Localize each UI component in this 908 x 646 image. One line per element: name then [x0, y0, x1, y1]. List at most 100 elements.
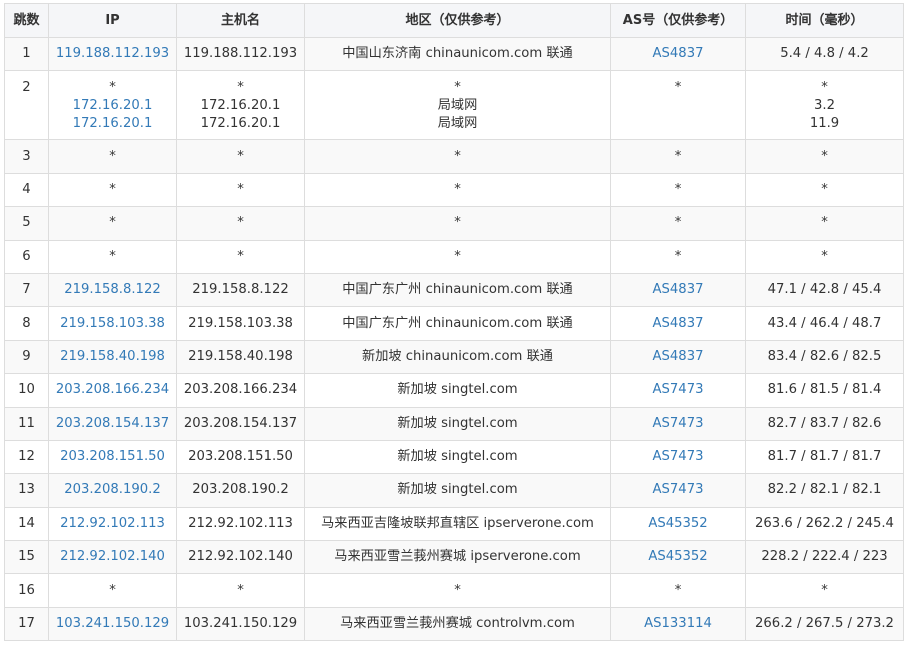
region-cell: 马来西亚雪兰莪州赛城 ipserverone.com [304, 540, 611, 575]
ip-link[interactable]: 203.208.151.50 [49, 448, 176, 466]
table-body: 1 119.188.112.193 119.188.112.193 中国山东济南 ch… [4, 36, 904, 642]
header-ip: IP [48, 3, 177, 38]
asn-cell: AS133114 [610, 606, 746, 642]
hostname-cell: * [176, 206, 305, 241]
asn-link[interactable]: AS133114 [611, 615, 745, 633]
region-cell: * [304, 573, 611, 608]
region-text: 新加坡 chinaunicom.com 联通 [362, 348, 553, 364]
ip-link: * [109, 215, 116, 231]
ip-link[interactable]: 212.92.102.140 [49, 548, 176, 566]
header-asn: AS号（仅供参考） [610, 3, 746, 38]
asn-link[interactable]: AS4837 [611, 315, 745, 333]
hop-cell: 1 [4, 36, 49, 72]
ip-link[interactable]: 172.16.20.1 [49, 97, 176, 115]
ip-cell: 219.158.40.198 [48, 339, 177, 375]
time-cell: 82.7 / 83.7 / 82.6 [745, 406, 904, 441]
ip-link[interactable]: 203.208.154.137 [49, 415, 176, 433]
ip-link[interactable]: 103.241.150.129 [49, 615, 176, 633]
time-text: 43.4 / 46.4 / 48.7 [767, 315, 882, 331]
hostname-cell: * [176, 172, 305, 208]
time-cell: * [745, 573, 904, 608]
asn-link[interactable]: AS4837 [611, 281, 745, 299]
ip-link[interactable]: 219.158.103.38 [49, 315, 176, 333]
table-row: 10 203.208.166.234 203.208.166.234 新加坡 sing… [4, 373, 904, 408]
asn-link: * [674, 148, 682, 164]
asn-link[interactable]: AS7473 [611, 415, 745, 433]
region-text: 新加坡 singtel.com [397, 449, 518, 465]
hostname-cell: 103.241.150.129 [176, 606, 305, 642]
hop-cell: 12 [4, 439, 49, 475]
asn-link[interactable]: AS7473 [611, 381, 745, 399]
asn-cell: AS45352 [610, 506, 746, 542]
region-cell: * [304, 239, 611, 274]
hop-cell: 5 [4, 206, 49, 241]
asn-cell: AS7473 [610, 373, 746, 408]
asn-cell: AS4837 [610, 36, 746, 72]
ip-cell: 203.208.166.234 [48, 373, 177, 408]
asn-cell: AS7473 [610, 473, 746, 508]
host-text: 219.158.8.122 [192, 282, 289, 298]
ip-link[interactable]: 203.208.166.234 [49, 381, 176, 399]
hostname-cell: 203.208.166.234 [176, 373, 305, 408]
asn-cell: AS4837 [610, 272, 746, 308]
host-text: * [237, 148, 244, 164]
hostname-cell: 212.92.102.113 [176, 506, 305, 542]
time-cell: 81.6 / 81.5 / 81.4 [745, 373, 904, 408]
time-text: 5.4 / 4.8 / 4.2 [780, 46, 869, 62]
time-cell: 47.1 / 42.8 / 45.4 [745, 272, 904, 308]
header-region: 地区（仅供参考） [304, 3, 611, 38]
hop-cell: 15 [4, 540, 49, 575]
ip-cell: 212.92.102.140 [48, 540, 177, 575]
asn-link[interactable]: AS7473 [611, 481, 745, 499]
asn-cell: * [610, 139, 746, 174]
region-text: * [454, 582, 461, 598]
table-row: 1 119.188.112.193 119.188.112.193 中国山东济南 ch… [4, 36, 904, 72]
time-cell: * [745, 239, 904, 274]
region-cell: 中国广东广州 chinaunicom.com 联通 [304, 272, 611, 308]
ip-link: * [109, 582, 116, 598]
region-text: 新加坡 singtel.com [397, 382, 518, 398]
hostname-cell: 203.208.190.2 [176, 473, 305, 508]
region-text: * [454, 148, 461, 164]
header-hostname: 主机名 [176, 3, 305, 38]
region-cell: * [304, 139, 611, 174]
ip-cell: 203.208.154.137 [48, 406, 177, 441]
time-cell: 83.4 / 82.6 / 82.5 [745, 339, 904, 375]
time-cell: * 3.2 11.9 [745, 70, 904, 141]
host-text: * [237, 582, 244, 598]
asn-link[interactable]: AS45352 [611, 548, 745, 566]
host-text: 212.92.102.113 [188, 515, 293, 531]
ip-link: * [109, 148, 116, 164]
region-text: 新加坡 singtel.com [397, 415, 518, 431]
asn-link[interactable]: AS4837 [611, 348, 745, 366]
asn-link[interactable]: AS45352 [611, 515, 745, 533]
ip-link[interactable]: 172.16.20.1 [49, 115, 176, 133]
host-text: * [237, 215, 244, 231]
time-text: 81.7 / 81.7 / 81.7 [767, 449, 882, 465]
ip-link: * [109, 248, 116, 264]
region-cell: 马来西亚雪兰莪州赛城 controlvm.com [304, 606, 611, 642]
table-row: 4 * * * * * [4, 172, 904, 208]
ip-link[interactable]: 119.188.112.193 [49, 45, 176, 63]
region-cell: 新加坡 chinaunicom.com 联通 [304, 339, 611, 375]
asn-link[interactable]: AS4837 [611, 45, 745, 63]
ip-cell: 119.188.112.193 [48, 36, 177, 72]
ip-cell: * [48, 239, 177, 274]
region-cell: * [304, 172, 611, 208]
header-hop: 跳数 [4, 3, 49, 38]
time-text: * [821, 215, 828, 231]
traceroute-table-container: 跳数 IP 主机名 地区（仅供参考） AS号（仅供参考） 时间（毫秒） 1 119… [4, 3, 904, 642]
ip-cell: 103.241.150.129 [48, 606, 177, 642]
asn-link[interactable]: AS7473 [611, 448, 745, 466]
hop-cell: 3 [4, 139, 49, 174]
ip-cell: 203.208.151.50 [48, 439, 177, 475]
asn-cell: AS45352 [610, 540, 746, 575]
time-cell: 81.7 / 81.7 / 81.7 [745, 439, 904, 475]
ip-link[interactable]: 219.158.8.122 [49, 281, 176, 299]
table-row: 13 203.208.190.2 203.208.190.2 新加坡 singtel.… [4, 473, 904, 508]
ip-link[interactable]: 212.92.102.113 [49, 515, 176, 533]
ip-link[interactable]: 219.158.40.198 [49, 348, 176, 366]
time-cell: 82.2 / 82.1 / 82.1 [745, 473, 904, 508]
host-text: 219.158.103.38 [188, 315, 293, 331]
ip-link[interactable]: 203.208.190.2 [49, 481, 176, 499]
